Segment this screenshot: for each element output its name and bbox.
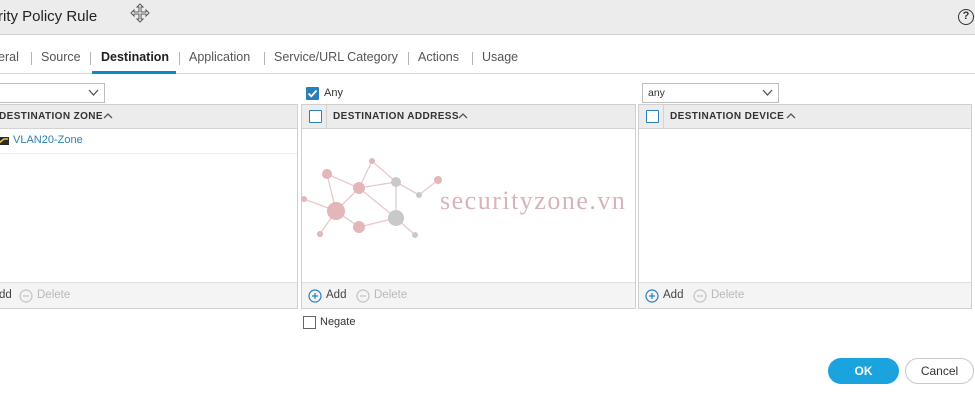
destination-zone-select[interactable] bbox=[0, 83, 105, 103]
header-divider bbox=[326, 105, 327, 129]
watermark-network-logo bbox=[301, 158, 442, 238]
tab-actions[interactable]: Actions bbox=[418, 50, 459, 64]
delete-circle-icon bbox=[693, 289, 707, 303]
tab-general[interactable]: eral bbox=[0, 50, 19, 64]
tab-destination[interactable]: Destination bbox=[101, 50, 169, 64]
select-all-device-checkbox[interactable] bbox=[646, 110, 659, 123]
tab-source[interactable]: Source bbox=[41, 50, 81, 64]
destination-zone-footer: dd Delete bbox=[0, 282, 297, 308]
add-circle-icon bbox=[645, 289, 659, 303]
add-zone-button[interactable]: dd bbox=[0, 289, 12, 301]
chevron-down-icon bbox=[762, 89, 773, 96]
tab-separator bbox=[408, 52, 409, 65]
negate-label: Negate bbox=[320, 316, 356, 328]
tab-separator bbox=[31, 52, 32, 65]
destination-device-footer: Add Delete bbox=[639, 282, 971, 308]
dialog-title: rity Policy Rule bbox=[0, 8, 98, 25]
destination-address-header: DESTINATION ADDRESS bbox=[302, 105, 635, 129]
negate-checkbox[interactable] bbox=[303, 316, 316, 329]
chevron-down-icon bbox=[88, 89, 99, 96]
add-circle-icon bbox=[308, 289, 322, 303]
tab-separator bbox=[179, 52, 180, 65]
destination-address-header-label[interactable]: DESTINATION ADDRESS bbox=[333, 111, 459, 122]
sort-ascending-icon[interactable] bbox=[786, 111, 796, 121]
zone-link-vlan20[interactable]: VLAN20-Zone bbox=[13, 134, 83, 146]
destination-device-select[interactable]: any bbox=[642, 83, 779, 103]
any-address-checkbox[interactable] bbox=[306, 87, 319, 100]
move-icon[interactable] bbox=[129, 2, 151, 24]
add-device-button[interactable]: Add bbox=[663, 289, 683, 301]
checkmark-icon bbox=[307, 89, 318, 98]
any-address-label: Any bbox=[324, 87, 343, 99]
delete-device-button[interactable]: Delete bbox=[711, 289, 744, 301]
help-icon[interactable]: ? bbox=[958, 9, 974, 25]
destination-device-header: DESTINATION DEVICE bbox=[639, 105, 971, 129]
destination-device-select-value: any bbox=[648, 87, 665, 99]
ok-button[interactable]: OK bbox=[828, 358, 899, 384]
zone-icon bbox=[0, 137, 9, 145]
destination-device-header-label[interactable]: DESTINATION DEVICE bbox=[670, 111, 784, 122]
header-divider bbox=[663, 105, 664, 129]
tab-usage[interactable]: Usage bbox=[482, 50, 518, 64]
sort-ascending-icon[interactable] bbox=[458, 111, 468, 121]
tab-separator bbox=[264, 52, 265, 65]
tab-separator bbox=[90, 52, 91, 65]
destination-device-panel: DESTINATION DEVICE Add Delete bbox=[638, 104, 972, 309]
destination-zone-header[interactable]: DESTINATION ZONE bbox=[0, 105, 297, 129]
tab-service-url-category[interactable]: Service/URL Category bbox=[274, 50, 398, 64]
tab-application[interactable]: Application bbox=[189, 50, 250, 64]
destination-address-footer: Add Delete bbox=[302, 282, 635, 308]
delete-zone-button[interactable]: Delete bbox=[37, 289, 70, 301]
tab-separator bbox=[472, 52, 473, 65]
select-all-address-checkbox[interactable] bbox=[309, 110, 322, 123]
tab-bar: eral Source Destination Application Serv… bbox=[0, 36, 975, 74]
add-address-button[interactable]: Add bbox=[326, 289, 346, 301]
cancel-button[interactable]: Cancel bbox=[905, 358, 974, 384]
destination-zone-header-label: DESTINATION ZONE bbox=[0, 111, 103, 122]
delete-circle-icon bbox=[19, 289, 33, 303]
watermark-text: securityzone.vn bbox=[440, 186, 627, 215]
active-tab-indicator bbox=[92, 71, 176, 74]
delete-circle-icon bbox=[356, 289, 370, 303]
delete-address-button[interactable]: Delete bbox=[374, 289, 407, 301]
dialog-titlebar: rity Policy Rule ? bbox=[0, 0, 975, 35]
sort-ascending-icon[interactable] bbox=[103, 111, 113, 121]
